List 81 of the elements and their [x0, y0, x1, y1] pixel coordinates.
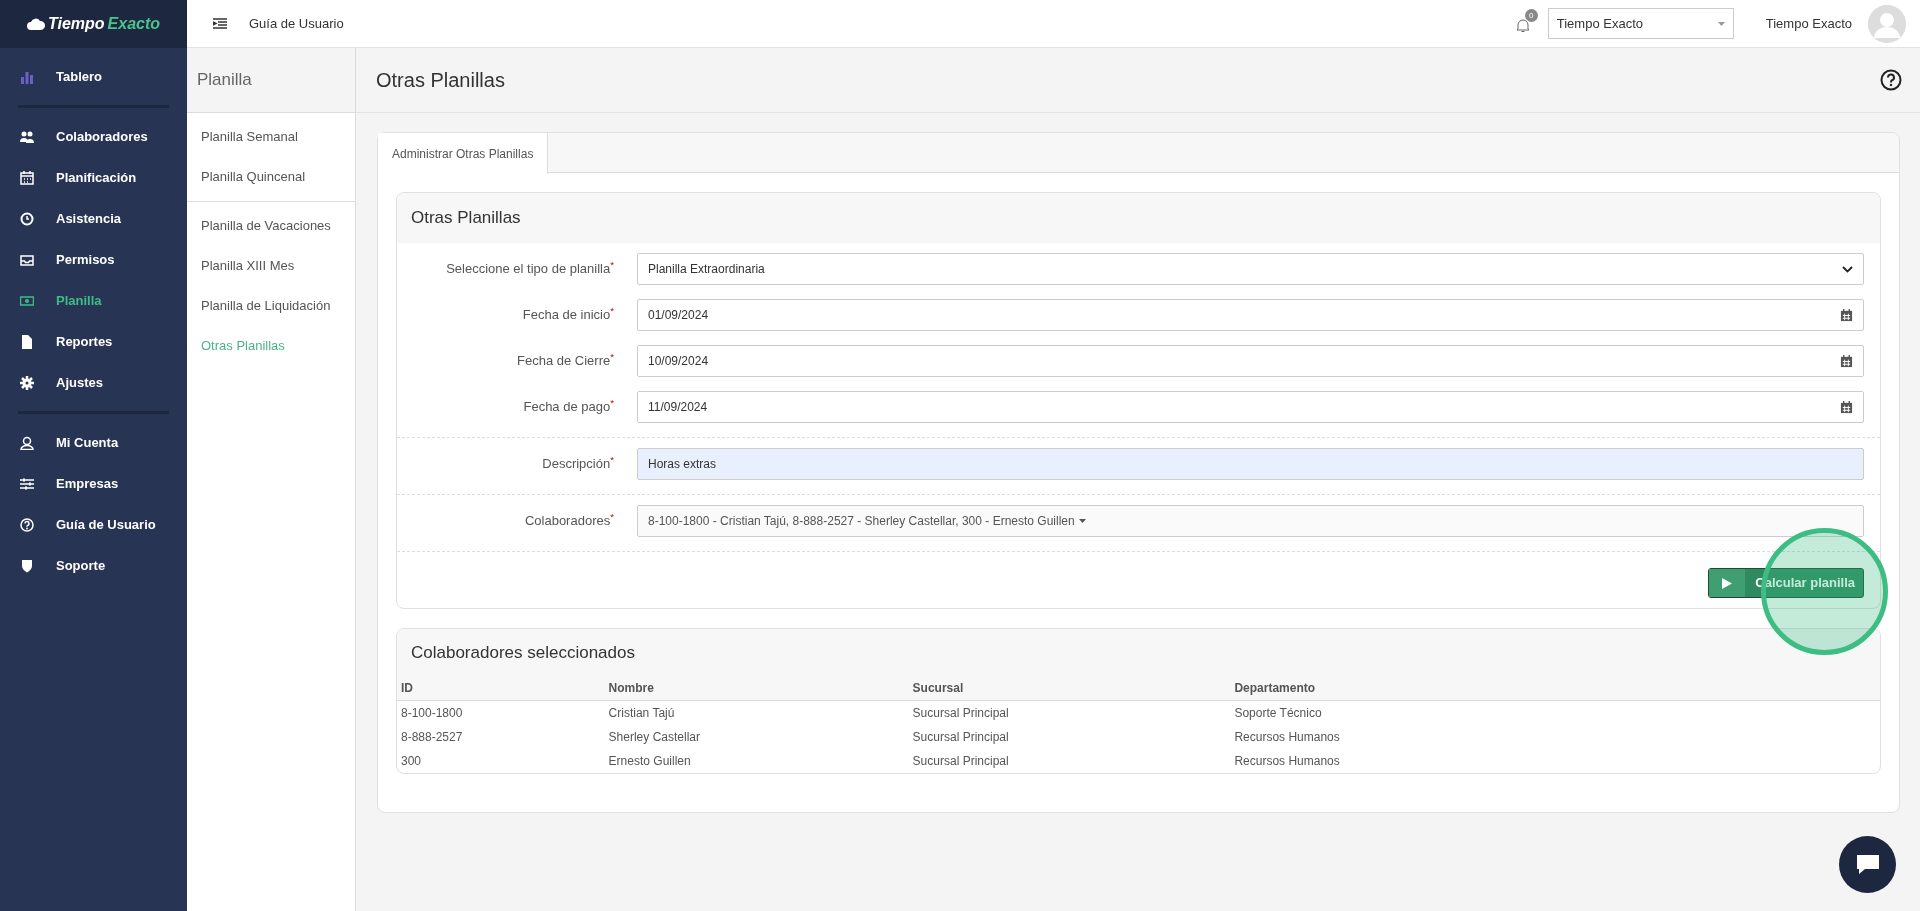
cloud-icon — [26, 18, 45, 30]
field-label: Fecha de Cierre$^{*}$ — [516, 351, 615, 371]
bell-icon[interactable] — [1515, 17, 1530, 33]
table-cell-text: Sherley Castellar — [607, 729, 701, 746]
calendar-icon — [1840, 308, 1853, 322]
sidebar-item[interactable]: Mi Cuenta — [18, 422, 169, 463]
column-header: ID — [397, 676, 605, 701]
users-icon — [20, 129, 34, 144]
brand-name: Exacto — [107, 14, 161, 34]
sidebar-item[interactable]: Ajustes — [18, 362, 169, 403]
date-field[interactable]: 11/09/2024 — [637, 391, 1864, 423]
document-icon — [20, 334, 34, 349]
caret-icon — [1717, 21, 1725, 26]
sidebar-item[interactable]: Colaboradores — [18, 116, 169, 157]
sidebar-item[interactable]: Reportes — [18, 321, 169, 362]
table-cell: 8-100-1800 — [397, 700, 605, 725]
table-cell-text: Ernesto Guillen — [607, 753, 692, 770]
sidebar-item[interactable]: Guía de Usuario — [18, 504, 169, 545]
table-cell-text: Recursos Humanos — [1233, 729, 1341, 746]
column-header: Sucursal — [908, 676, 1231, 701]
help-icon — [20, 517, 34, 532]
column-header: Nombre — [604, 676, 909, 701]
user-name: Tiempo Exacto — [1765, 14, 1852, 33]
brand-name: Tiempo — [47, 14, 105, 34]
table-cell-text: 8-888-2527 — [400, 729, 464, 746]
table-cell-text: Sucursal Principal — [911, 729, 1010, 746]
caret-icon — [1078, 519, 1086, 523]
chat-button[interactable] — [1839, 836, 1896, 893]
inbox-icon — [20, 252, 34, 267]
date-field[interactable]: 10/09/2024 — [637, 345, 1864, 377]
card-title: Colaboradores seleccionados — [397, 629, 1880, 676]
calendar-icon — [1840, 354, 1853, 368]
submenu-item[interactable]: Planilla Semanal — [187, 117, 355, 157]
table-cell-text: 300 — [400, 753, 423, 770]
sidebar-item[interactable]: Soporte — [18, 545, 169, 586]
submenu-item[interactable]: Planilla XIII Mes — [187, 246, 355, 286]
sidebar-item[interactable]: Permisos — [18, 239, 169, 280]
field-label: Fecha de pago$^{*}$ — [522, 397, 615, 417]
submenu-title: Planilla — [187, 48, 355, 113]
play-icon — [1722, 577, 1733, 589]
tab[interactable]: Administrar Otras Planillas — [378, 133, 549, 174]
table-cell: Sucursal Principal — [908, 700, 1231, 725]
table-cell: Soporte Técnico — [1230, 700, 1880, 725]
chevron-icon — [1842, 265, 1853, 273]
menu-icon[interactable] — [213, 17, 227, 30]
sliders-icon — [20, 476, 34, 491]
banknote-icon — [20, 293, 34, 308]
sidebar-item[interactable]: Asistencia — [18, 198, 169, 239]
multiselect-field[interactable]: 8-100-1800 - Cristian Tajú, 8-888-2527 - Sherley Castellar, 300 - Ernesto Guillen — [637, 505, 1864, 537]
sidebar-item[interactable]: Tablero — [18, 56, 169, 97]
gear-icon — [20, 375, 34, 390]
submenu-item[interactable]: Planilla de Liquidación — [187, 286, 355, 326]
sidebar-item[interactable]: Planilla — [18, 280, 169, 321]
field-label: Descripción$^{*}$ — [541, 454, 615, 474]
calendar-icon — [20, 170, 34, 185]
shield-icon — [20, 558, 34, 573]
user-icon — [20, 435, 34, 450]
submenu-item[interactable]: Planilla Quincenal — [187, 157, 355, 197]
field-label: Colaboradores$^{*}$ — [523, 511, 615, 531]
table-cell: Cristian Tajú — [604, 700, 909, 725]
date-field[interactable]: 01/09/2024 — [637, 299, 1864, 331]
field-label: Seleccione el tipo de planilla$^{*}$ — [445, 259, 615, 279]
notification-count: 0 — [1524, 8, 1538, 22]
card-title: Otras Planillas — [397, 193, 1880, 243]
help-icon[interactable] — [1880, 69, 1902, 91]
input-field[interactable]: Horas extras — [637, 448, 1864, 480]
column-header: Departamento — [1230, 676, 1880, 701]
table-cell-text: Recursos Humanos — [1233, 753, 1341, 770]
field-label: Fecha de inicio$^{*}$ — [521, 305, 615, 325]
calendar-icon — [1840, 400, 1853, 414]
sidebar-item[interactable]: Empresas — [18, 463, 169, 504]
submenu-item[interactable]: Planilla de Vacaciones — [187, 206, 355, 246]
user-guide-link[interactable]: Guía de Usuario — [249, 13, 344, 34]
chart-icon — [20, 69, 34, 84]
select-field[interactable]: Planilla Extraordinaria — [637, 253, 1864, 285]
sidebar-item[interactable]: Planificación — [18, 157, 169, 198]
chat-icon — [1855, 853, 1880, 876]
table-cell-text: Sucursal Principal — [911, 753, 1010, 770]
clock-icon — [20, 211, 34, 226]
page-title: Otras Planillas — [376, 68, 505, 92]
company-select[interactable]: Tiempo Exacto — [1547, 8, 1734, 39]
